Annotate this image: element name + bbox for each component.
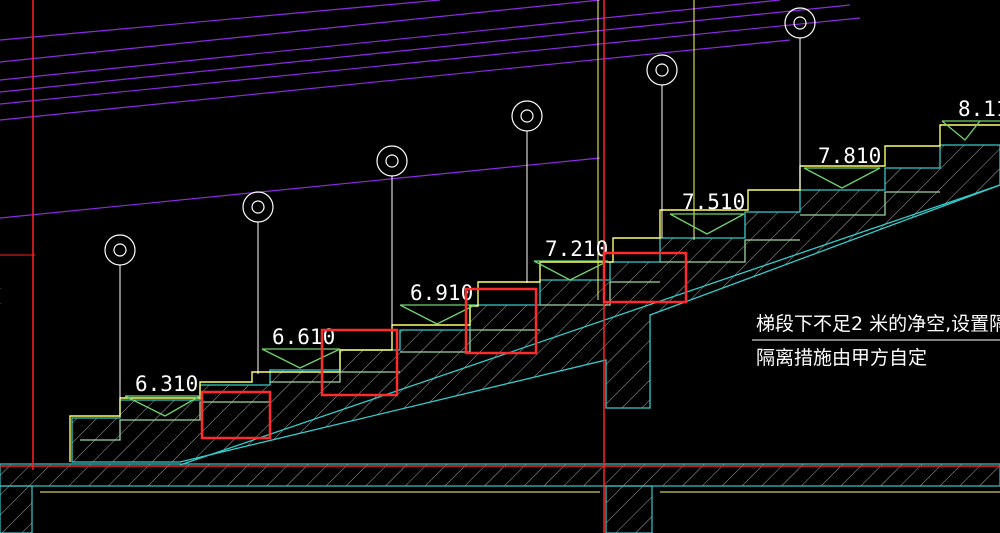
level-triangle-icon bbox=[941, 120, 1000, 141]
floor-slab-beam bbox=[605, 485, 653, 533]
level-label: 6.310 bbox=[135, 372, 198, 396]
floor-slab-top bbox=[0, 463, 1000, 487]
note-line-2: 隔离措施由甲方自定 bbox=[756, 347, 927, 369]
marker-circle-icon bbox=[646, 54, 678, 86]
purple-reference-lines bbox=[0, 0, 861, 219]
level-triangle-icon bbox=[533, 260, 609, 281]
level-label: 6.910 bbox=[410, 281, 473, 305]
level-marker-6: 7.810 bbox=[784, 7, 881, 190]
level-label: 7.210 bbox=[545, 237, 608, 261]
floor-slab-left bbox=[0, 485, 33, 533]
level-marker-3: 6.910 bbox=[376, 145, 476, 326]
level-triangle-icon bbox=[261, 348, 341, 369]
level-triangle-icon bbox=[803, 167, 881, 189]
marker-circle-icon bbox=[104, 234, 136, 266]
annotation-note: 梯段下不足2 米的净空,设置隔离 隔离措施由甲方自定 bbox=[752, 313, 1000, 369]
level-label: 6.610 bbox=[272, 325, 335, 349]
stair-section-drawing: 6.310 6.610 6.910 7.210 7.510 7.810 8.1 … bbox=[0, 0, 1000, 533]
level-marker-7: 8.11 bbox=[941, 97, 1000, 141]
level-marker-5: 7.510 bbox=[646, 54, 745, 238]
cad-drawing-canvas[interactable]: 6.310 6.610 6.910 7.210 7.510 7.810 8.1 … bbox=[0, 0, 1000, 533]
level-marker-2: 6.610 bbox=[242, 191, 341, 374]
level-label: 8.11 bbox=[958, 97, 1000, 121]
marker-circle-icon bbox=[511, 100, 543, 132]
level-triangle-icon bbox=[399, 304, 476, 325]
note-line-1: 梯段下不足2 米的净空,设置隔离 bbox=[756, 313, 1000, 335]
level-marker-4: 7.210 bbox=[511, 100, 609, 283]
marker-circle-icon bbox=[376, 145, 408, 177]
floor-slab bbox=[0, 463, 1000, 533]
level-label: 7.510 bbox=[682, 190, 745, 214]
level-label: 7.810 bbox=[818, 144, 881, 168]
level-marker-1: 6.310 bbox=[104, 234, 203, 417]
level-triangle-icon bbox=[669, 213, 745, 235]
marker-circle-icon bbox=[242, 191, 274, 223]
